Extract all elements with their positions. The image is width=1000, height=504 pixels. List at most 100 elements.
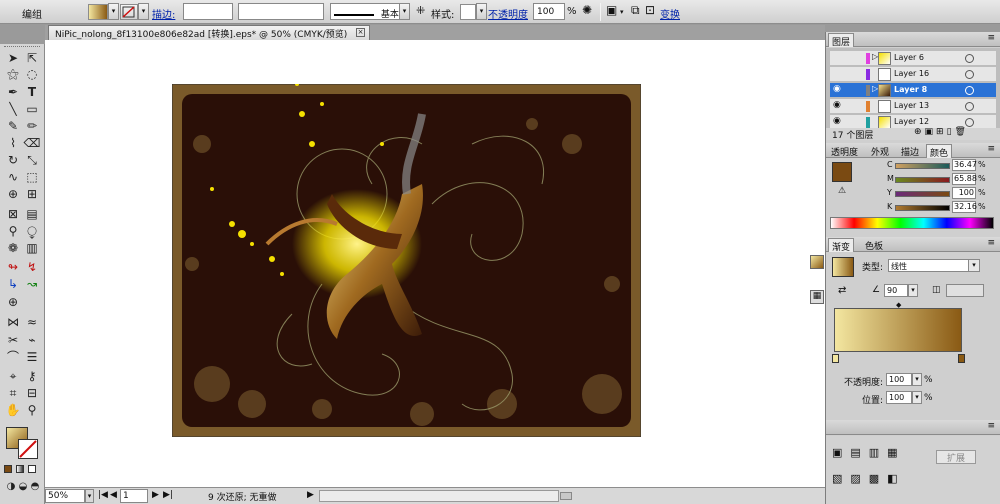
- yellow-slider[interactable]: Y 100 %: [829, 187, 999, 200]
- brush-definition-field[interactable]: 基本: [330, 3, 410, 20]
- document-tab[interactable]: NiPic_nolong_8f13100e806e82ad [转换].eps* …: [48, 25, 370, 40]
- channel-value[interactable]: 36.47: [952, 159, 977, 171]
- location-dropdown-icon[interactable]: ▾: [912, 391, 922, 404]
- zoom-dropdown-icon[interactable]: ▾: [85, 489, 94, 503]
- fill-swatch[interactable]: [88, 4, 108, 20]
- reverse-gradient-icon[interactable]: ⇄: [838, 285, 846, 296]
- warp-icon[interactable]: ∿: [4, 169, 22, 185]
- rectangle-icon[interactable]: ▭: [23, 101, 41, 117]
- blend-icon[interactable]: ⧬: [23, 223, 41, 239]
- gradient-ramp[interactable]: [834, 308, 962, 352]
- opacity-dropdown-icon[interactable]: ▾: [912, 373, 922, 386]
- layer-row[interactable]: ▷ Layer 6: [830, 51, 996, 66]
- perspective-grid-icon[interactable]: ⊞: [23, 186, 41, 202]
- pipette-icon[interactable]: ⚷: [23, 368, 41, 384]
- prev-artboard-icon[interactable]: ◀: [110, 490, 117, 500]
- stroke-color-box[interactable]: [18, 439, 38, 459]
- tab-stroke[interactable]: 描边: [898, 144, 922, 158]
- slider-track[interactable]: [895, 177, 950, 183]
- horizontal-scrollbar[interactable]: [319, 490, 572, 502]
- gradient-type-select[interactable]: 线性: [888, 259, 980, 272]
- isolate-group-icon[interactable]: ⧉: [631, 3, 640, 18]
- tab-color[interactable]: 颜色: [926, 144, 953, 159]
- next-artboard-icon[interactable]: ▶: [152, 490, 159, 500]
- gradient-stop-end[interactable]: [958, 354, 965, 363]
- crop-icon[interactable]: ⌗: [4, 385, 22, 401]
- panel-menu-icon[interactable]: ≡: [987, 33, 995, 43]
- status-menu-icon[interactable]: ▶: [307, 490, 314, 500]
- tab-swatches[interactable]: 色板: [862, 238, 886, 252]
- scale-icon[interactable]: ⤡: [23, 152, 41, 168]
- print-tiling-icon[interactable]: ⊟: [23, 385, 41, 401]
- edit-group-icon[interactable]: ⊡: [645, 3, 655, 17]
- artwork[interactable]: [172, 84, 641, 437]
- layer-row[interactable]: ◉ Layer 13: [830, 99, 996, 114]
- eye-icon[interactable]: ◉: [833, 100, 841, 110]
- layer-action-icons[interactable]: ⊕▣⊞▯🗑: [914, 127, 969, 137]
- pencil-icon[interactable]: ✏: [23, 118, 41, 134]
- rotate-icon[interactable]: ↻: [4, 152, 22, 168]
- type-icon[interactable]: T: [23, 84, 41, 100]
- target-icon[interactable]: [965, 54, 974, 63]
- graphic-style-swatch[interactable]: [460, 4, 476, 20]
- opacity-input[interactable]: 100: [533, 3, 565, 20]
- pathfinder-icons-row2[interactable]: ▧▨▩◧: [832, 472, 906, 485]
- pen-icon[interactable]: ✒: [4, 84, 22, 100]
- draw-inside-icon[interactable]: ◓: [26, 479, 44, 495]
- collapsed-panel-icon[interactable]: ▦: [810, 290, 824, 304]
- target-icon[interactable]: [965, 70, 974, 79]
- tab-transparency[interactable]: 透明度: [828, 144, 861, 158]
- recolor-artwork-icon[interactable]: ✺: [582, 3, 592, 17]
- angle-input[interactable]: 90: [884, 284, 908, 297]
- gradient-preview[interactable]: [832, 257, 854, 277]
- eye-icon[interactable]: ◉: [833, 116, 841, 126]
- panel-menu-icon[interactable]: ≡: [987, 238, 995, 248]
- target-icon[interactable]: [965, 102, 974, 111]
- eye-icon[interactable]: ◉: [833, 84, 841, 94]
- list-icon[interactable]: ☰: [23, 349, 41, 365]
- column-graph-icon[interactable]: ▥: [23, 240, 41, 256]
- layer-row-selected[interactable]: ◉ ▷ Layer 8: [830, 83, 996, 98]
- line-icon[interactable]: ╲: [4, 101, 22, 117]
- fill-dropdown[interactable]: ▾: [108, 3, 119, 20]
- stroke-none-swatch[interactable]: [120, 4, 138, 20]
- channel-value[interactable]: 65.88: [952, 173, 977, 185]
- gradient-stop-start[interactable]: [832, 354, 839, 363]
- first-artboard-icon[interactable]: |◀: [98, 490, 108, 500]
- free-transform-icon[interactable]: ⬚: [23, 169, 41, 185]
- align-icon[interactable]: ▣: [606, 3, 617, 17]
- align-dropdown-icon[interactable]: ▾: [620, 8, 624, 16]
- color-mode-icon[interactable]: [4, 465, 12, 473]
- crosshair-icon[interactable]: ⊕: [4, 294, 22, 310]
- scissors-icon[interactable]: ✂: [4, 332, 22, 348]
- layer-row[interactable]: Layer 16: [830, 67, 996, 82]
- target-icon[interactable]: [965, 86, 974, 95]
- slider-track[interactable]: [895, 191, 950, 197]
- shape-builder-icon[interactable]: ⊕: [4, 186, 22, 202]
- direct-selection-icon[interactable]: ⇱: [23, 50, 41, 66]
- paintbrush-icon[interactable]: ✎: [4, 118, 22, 134]
- expand-button[interactable]: 扩展: [936, 450, 976, 464]
- artboard-tool-icon[interactable]: ↳: [4, 276, 22, 292]
- style-dropdown[interactable]: ▾: [476, 3, 487, 20]
- artboard-field[interactable]: 1: [120, 489, 148, 503]
- type-dropdown-icon[interactable]: ▾: [968, 259, 980, 272]
- gradient-opacity-input[interactable]: 100: [886, 373, 912, 386]
- brush-dropdown[interactable]: ▾: [399, 3, 410, 20]
- reshape-icon[interactable]: ≈: [23, 314, 41, 330]
- tab-gradient[interactable]: 渐变: [828, 238, 855, 253]
- hand-icon[interactable]: ✋: [4, 402, 22, 418]
- color-spectrum[interactable]: [830, 217, 994, 229]
- stroke-dropdown[interactable]: ▾: [138, 3, 149, 20]
- scrollbar-thumb[interactable]: [560, 492, 572, 500]
- none-mode-icon[interactable]: [28, 465, 36, 473]
- location-input[interactable]: 100: [886, 391, 912, 404]
- transform-link[interactable]: 变换: [660, 6, 680, 21]
- eraser-icon[interactable]: ⌫: [23, 135, 41, 151]
- mesh-icon[interactable]: ⊠: [4, 206, 22, 222]
- stroke-weight-field[interactable]: [183, 3, 233, 20]
- knife-icon[interactable]: ⌁: [23, 332, 41, 348]
- magenta-slider[interactable]: M 65.88 %: [829, 173, 999, 186]
- width-tool-icon[interactable]: ⋈: [4, 314, 22, 330]
- last-artboard-icon[interactable]: ▶|: [163, 490, 173, 500]
